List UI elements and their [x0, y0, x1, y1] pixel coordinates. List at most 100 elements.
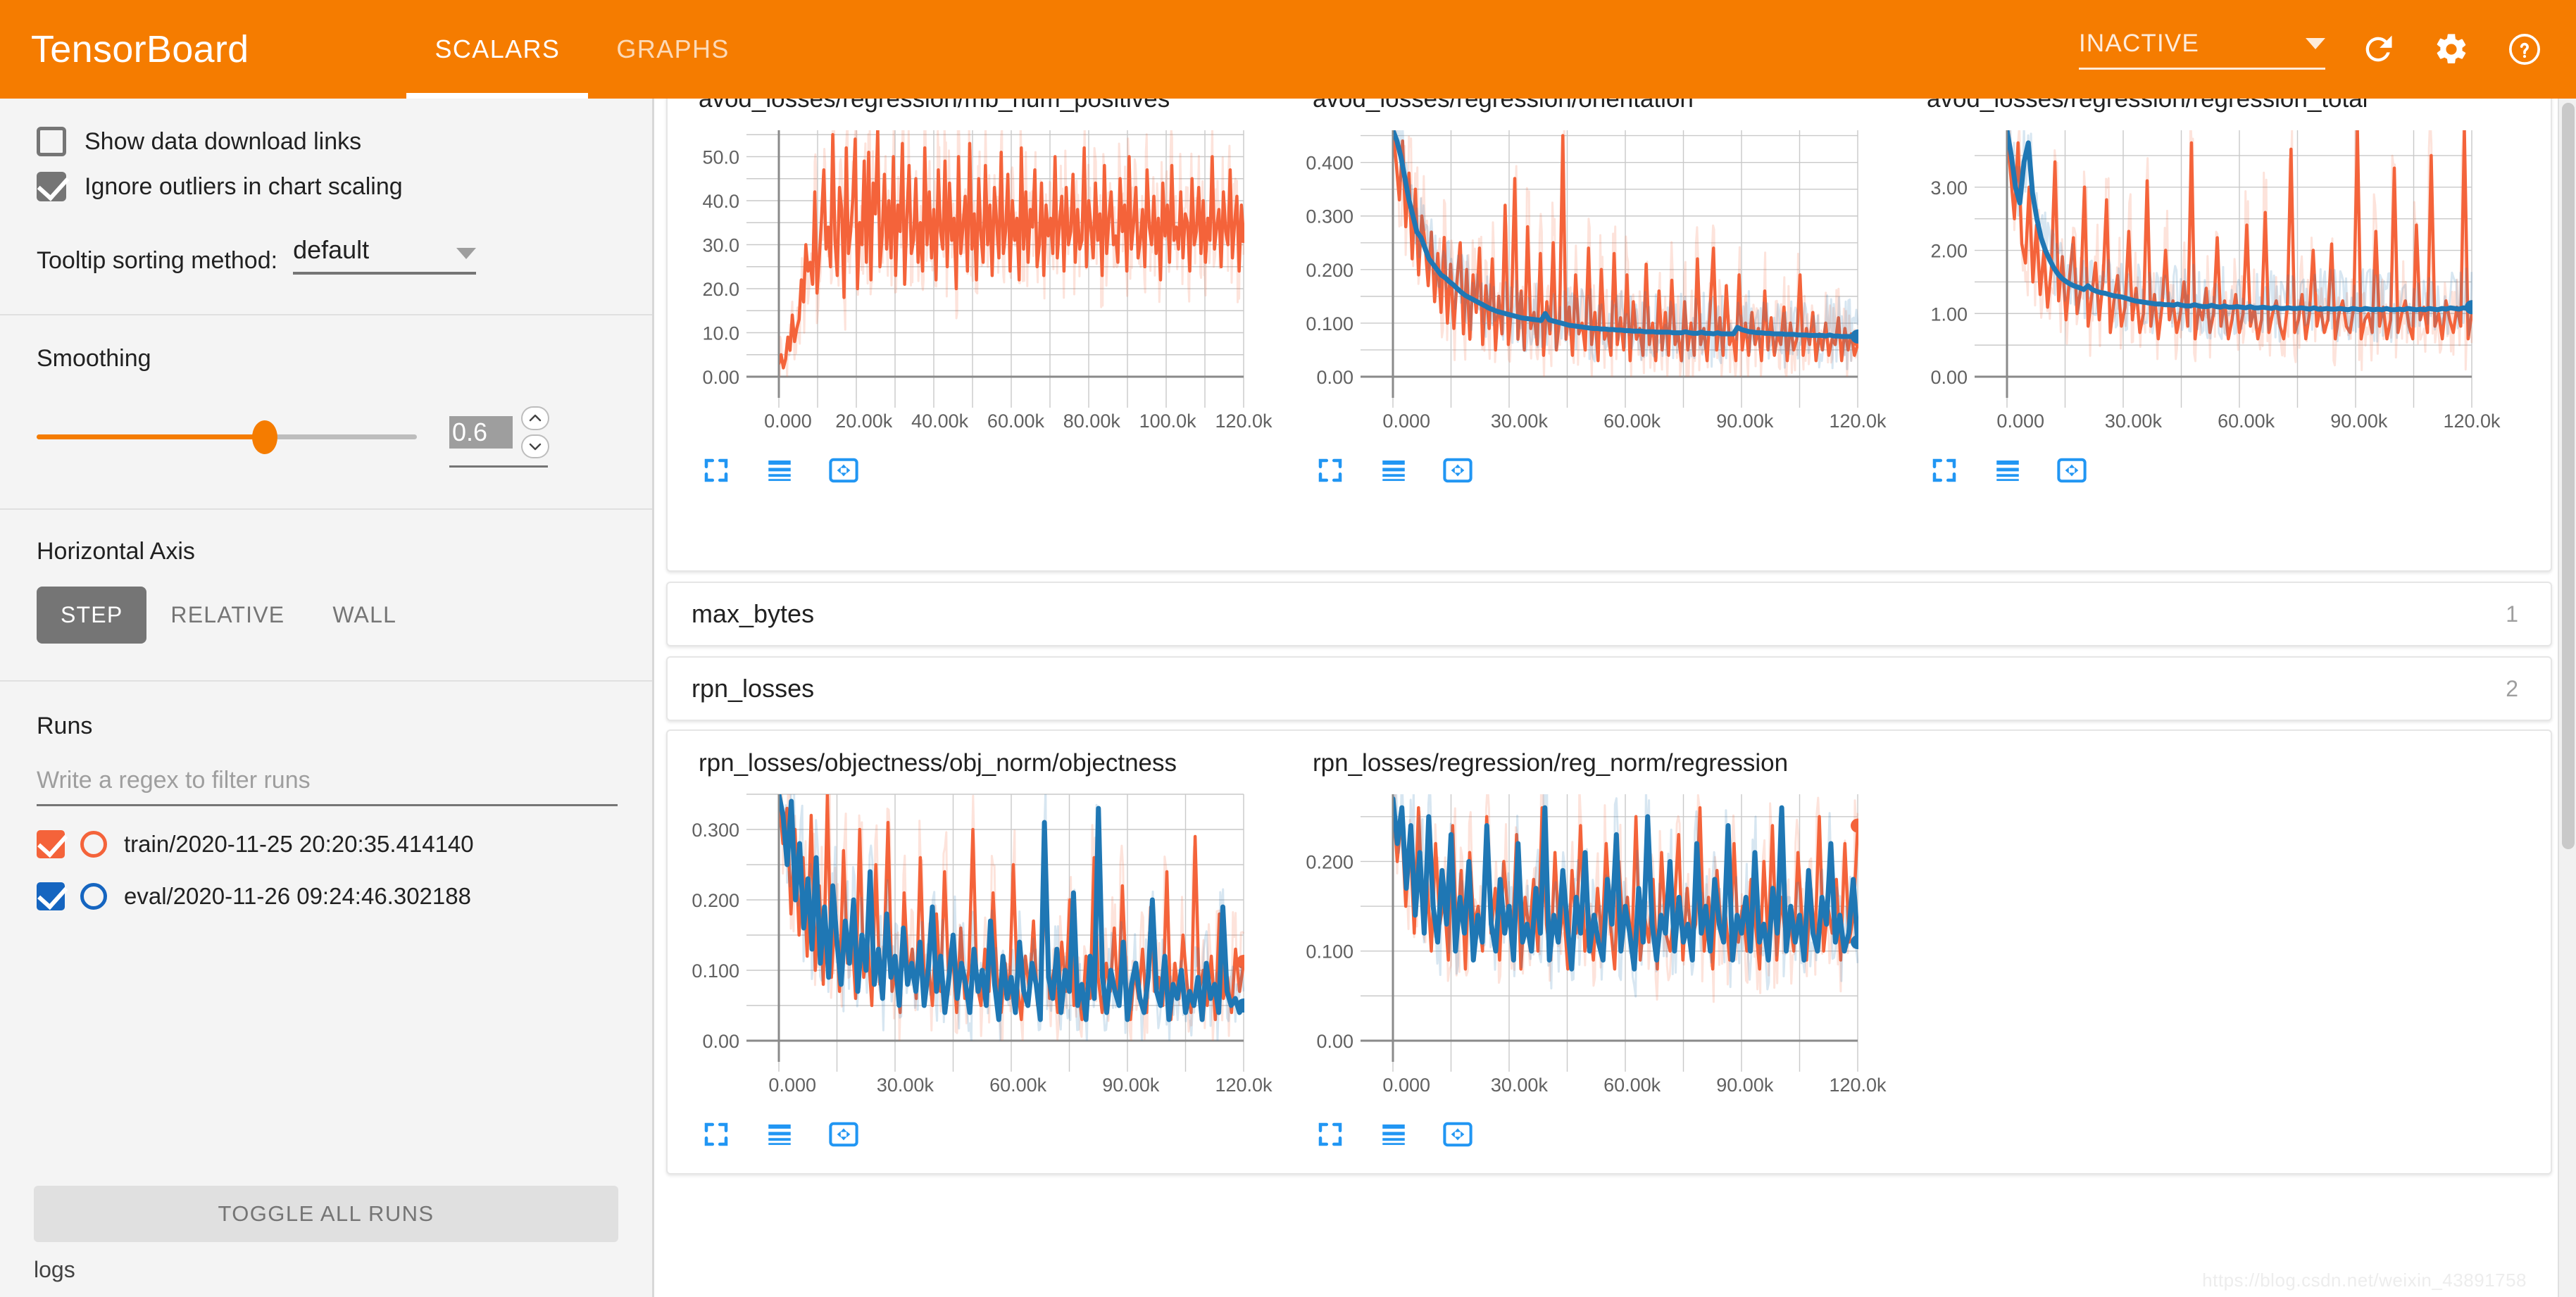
smoothing-stepper	[521, 406, 549, 458]
checkbox-ignore-outliers-label: Ignore outliers in chart scaling	[85, 173, 403, 201]
pan-reset-icon[interactable]	[2056, 456, 2087, 489]
accordion-max-bytes-title: max_bytes	[692, 599, 814, 629]
svg-text:20.00k: 20.00k	[835, 411, 893, 432]
smoothing-slider[interactable]	[37, 434, 417, 439]
main-scrollbar[interactable]	[2558, 99, 2576, 1297]
plot-orientation[interactable]: 0.000.1000.2000.3000.4000.00030.00k60.00…	[1303, 120, 1894, 444]
runs-title: Runs	[37, 713, 615, 740]
fullscreen-icon[interactable]	[701, 1120, 731, 1153]
pan-reset-icon[interactable]	[1442, 1120, 1473, 1153]
chart-toolbar-bottom-3	[675, 1108, 1289, 1160]
svg-text:0.00: 0.00	[702, 1031, 739, 1052]
svg-text:30.00k: 30.00k	[1491, 1074, 1549, 1096]
accordion-max-bytes[interactable]: max_bytes 1	[666, 582, 2552, 646]
toggle-all-runs-button[interactable]: TOGGLE ALL RUNS	[34, 1186, 618, 1242]
svg-text:30.0: 30.0	[702, 235, 739, 256]
accordion-rpn-losses-title: rpn_losses	[692, 674, 814, 703]
smoothing-slider-knob[interactable]	[252, 420, 277, 454]
pan-reset-icon[interactable]	[828, 456, 859, 489]
run-color-swatch-eval	[80, 883, 107, 910]
plot-mb-num-positives[interactable]: 0.0010.020.030.040.050.00.00020.00k40.00…	[689, 120, 1280, 444]
tab-scalars[interactable]: SCALARS	[406, 0, 588, 99]
accordion-rpn-losses[interactable]: rpn_losses 2	[666, 656, 2552, 721]
run-label-eval: eval/2020-11-26 09:24:46.302188	[124, 883, 471, 910]
run-item-eval[interactable]: eval/2020-11-26 09:24:46.302188	[37, 882, 615, 910]
chart-row-bottom: rpn_losses/objectness/obj_norm/objectnes…	[668, 731, 2551, 1160]
runs-filter-input[interactable]	[37, 767, 618, 794]
svg-text:60.00k: 60.00k	[2218, 411, 2275, 432]
svg-text:0.300: 0.300	[692, 820, 739, 841]
svg-text:0.00: 0.00	[702, 367, 739, 388]
axis-option-step[interactable]: STEP	[37, 587, 146, 644]
smoothing-section: Smoothing	[0, 315, 652, 468]
chevron-down-icon	[456, 248, 476, 259]
display-options: Show data download links Ignore outliers…	[0, 99, 652, 275]
svg-text:0.00: 0.00	[1316, 367, 1353, 388]
chart-toolbar-bottom-0	[675, 444, 1289, 496]
tooltip-sorting-value: default	[293, 235, 369, 265]
svg-text:0.00: 0.00	[1930, 367, 1968, 388]
smoothing-input[interactable]	[449, 416, 513, 449]
svg-text:0.100: 0.100	[1306, 313, 1353, 334]
horizontal-axis-section: Horizontal Axis STEP RELATIVE WALL	[0, 510, 652, 644]
svg-text:90.00k: 90.00k	[2330, 411, 2388, 432]
checkbox-ignore-outliers[interactable]: Ignore outliers in chart scaling	[37, 172, 615, 201]
checkbox-show-download-links-label: Show data download links	[85, 128, 361, 156]
run-checkbox-eval[interactable]	[37, 882, 65, 910]
data-series-icon[interactable]	[1993, 456, 2022, 489]
axis-option-wall-label: WALL	[332, 602, 396, 627]
tab-graphs-label: GRAPHS	[616, 35, 729, 64]
help-icon[interactable]	[2504, 29, 2545, 70]
data-series-icon[interactable]	[765, 1120, 794, 1153]
tooltip-sorting-select[interactable]: default	[293, 235, 476, 275]
accordion-rpn-losses-count: 2	[2506, 676, 2518, 702]
chart-group-rpn-losses: rpn_losses/objectness/obj_norm/objectnes…	[666, 729, 2552, 1174]
data-series-icon[interactable]	[765, 456, 794, 489]
plot-reg-norm-regression[interactable]: 0.000.1000.2000.00030.00k60.00k90.00k120…	[1303, 784, 1894, 1108]
svg-text:90.00k: 90.00k	[1716, 1074, 1774, 1096]
svg-text:120.0k: 120.0k	[2443, 411, 2501, 432]
run-checkbox-train[interactable]	[37, 830, 65, 858]
pan-reset-icon[interactable]	[828, 1120, 859, 1153]
fullscreen-icon[interactable]	[1315, 456, 1345, 489]
fullscreen-icon[interactable]	[701, 456, 731, 489]
gear-icon[interactable]	[2431, 29, 2472, 70]
svg-text:30.00k: 30.00k	[877, 1074, 934, 1096]
plot-regression-total[interactable]: 0.001.002.003.000.00030.00k60.00k90.00k1…	[1917, 120, 2508, 444]
plot-obj-norm-objectness[interactable]: 0.000.1000.2000.3000.00030.00k60.00k90.0…	[689, 784, 1280, 1108]
chart-toolbar-bottom-4	[1289, 1108, 1903, 1160]
svg-text:1.00: 1.00	[1930, 303, 1968, 325]
smoothing-slider-fill	[37, 434, 265, 439]
run-item-train[interactable]: train/2020-11-25 20:20:35.414140	[37, 830, 615, 858]
data-series-icon[interactable]	[1379, 456, 1408, 489]
tab-graphs[interactable]: GRAPHS	[588, 0, 757, 99]
run-label-train: train/2020-11-25 20:20:35.414140	[124, 831, 474, 858]
svg-text:0.200: 0.200	[692, 890, 739, 911]
reload-status-select[interactable]: INACTIVE	[2079, 30, 2325, 70]
fullscreen-icon[interactable]	[1930, 456, 1959, 489]
svg-text:0.100: 0.100	[692, 960, 739, 982]
axis-option-wall[interactable]: WALL	[308, 587, 420, 644]
chart-toolbar-bottom-2	[1903, 444, 2517, 496]
pan-reset-icon[interactable]	[1442, 456, 1473, 489]
smoothing-value-field[interactable]	[449, 406, 548, 468]
reload-status-value: INACTIVE	[2079, 30, 2199, 58]
chart-card-regression-total: avod_losses/regression/regression_total …	[1903, 99, 2517, 496]
logdir-label: logs	[34, 1257, 75, 1283]
svg-text:3.00: 3.00	[1930, 177, 1968, 199]
chart-card-obj-norm-objectness: rpn_losses/objectness/obj_norm/objectnes…	[675, 731, 1289, 1160]
run-color-swatch-train	[80, 831, 107, 858]
chart-title-mb-num-positives: avod_losses/regression/mb_num_positives	[675, 99, 1289, 120]
chevron-down-icon	[2306, 38, 2325, 49]
runs-filter[interactable]	[37, 767, 618, 806]
refresh-icon[interactable]	[2358, 29, 2399, 70]
data-series-icon[interactable]	[1379, 1120, 1408, 1153]
main-scrollbar-thumb[interactable]	[2562, 103, 2575, 849]
checkbox-show-download-links[interactable]: Show data download links	[37, 127, 615, 156]
axis-option-relative[interactable]: RELATIVE	[146, 587, 308, 644]
stepper-up-icon[interactable]	[521, 406, 549, 430]
chart-card-mb-num-positives: avod_losses/regression/mb_num_positives …	[675, 99, 1289, 496]
chart-toolbar-bottom-1	[1289, 444, 1903, 496]
stepper-down-icon[interactable]	[521, 434, 549, 458]
fullscreen-icon[interactable]	[1315, 1120, 1345, 1153]
